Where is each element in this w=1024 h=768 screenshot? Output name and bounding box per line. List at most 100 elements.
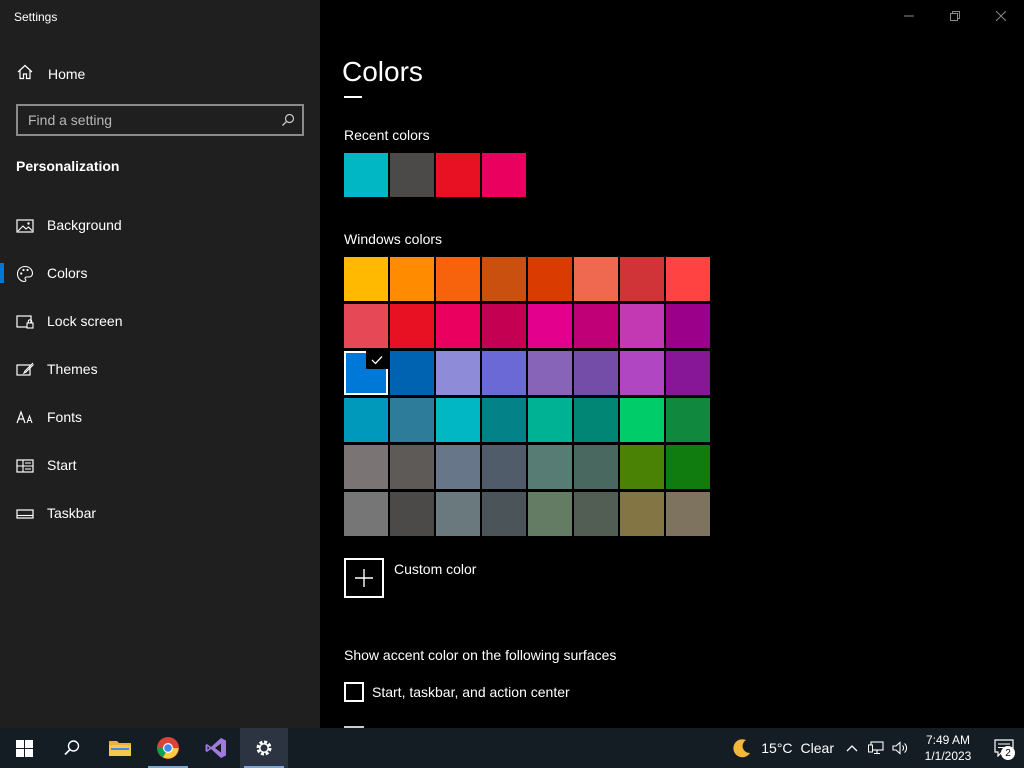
color-swatch[interactable]: [528, 257, 572, 301]
fonts-icon: [16, 409, 34, 427]
color-swatch[interactable]: [574, 492, 618, 536]
color-swatch[interactable]: [390, 445, 434, 489]
color-swatch[interactable]: [390, 257, 434, 301]
color-swatch[interactable]: [528, 445, 572, 489]
plus-icon: [355, 569, 373, 587]
recent-color-swatch[interactable]: [390, 153, 434, 197]
windows-colors-label: Windows colors: [344, 231, 443, 247]
color-swatch[interactable]: [620, 492, 664, 536]
color-swatch[interactable]: [482, 445, 526, 489]
sidebar-item-taskbar[interactable]: Taskbar: [0, 489, 320, 537]
color-swatch[interactable]: [666, 304, 710, 348]
chevron-up-icon[interactable]: [840, 728, 864, 768]
color-swatch[interactable]: [436, 398, 480, 442]
custom-color-button[interactable]: [344, 558, 384, 598]
weather-temp: 15°C: [761, 740, 793, 756]
color-swatch[interactable]: [436, 257, 480, 301]
sidebar-item-label: Colors: [47, 265, 88, 281]
color-swatch[interactable]: [482, 351, 526, 395]
color-swatch[interactable]: [620, 257, 664, 301]
color-swatch[interactable]: [574, 445, 618, 489]
color-swatch[interactable]: [666, 445, 710, 489]
color-swatch[interactable]: [344, 492, 388, 536]
recent-colors-row: [344, 153, 526, 197]
clock[interactable]: 7:49 AM 1/1/2023: [912, 732, 984, 764]
color-swatch[interactable]: [574, 257, 618, 301]
search-icon: [64, 740, 80, 756]
color-swatch[interactable]: [620, 398, 664, 442]
folder-icon: [109, 741, 131, 756]
color-swatch[interactable]: [436, 445, 480, 489]
visual-studio-button[interactable]: [192, 728, 240, 768]
color-swatch[interactable]: [620, 445, 664, 489]
action-center-button[interactable]: 2: [984, 728, 1024, 768]
surfaces-label: Show accent color on the following surfa…: [344, 647, 617, 663]
close-button[interactable]: [978, 0, 1024, 32]
recent-color-swatch[interactable]: [436, 153, 480, 197]
search-box[interactable]: [16, 104, 304, 136]
sidebar-item-fonts[interactable]: Fonts: [0, 393, 320, 441]
file-explorer-button[interactable]: [96, 728, 144, 768]
color-swatch[interactable]: [390, 304, 434, 348]
sidebar-item-background[interactable]: Background: [0, 201, 320, 249]
search-taskbar-button[interactable]: [48, 728, 96, 768]
color-swatch[interactable]: [436, 492, 480, 536]
color-swatch[interactable]: [482, 398, 526, 442]
restore-button[interactable]: [932, 0, 978, 32]
start-taskbar-checkbox-row[interactable]: Start, taskbar, and action center: [344, 682, 570, 702]
color-swatch[interactable]: [344, 257, 388, 301]
color-swatch[interactable]: [436, 304, 480, 348]
color-swatch[interactable]: [528, 351, 572, 395]
weather-widget[interactable]: 15°C Clear: [731, 737, 834, 759]
taskbar-icon: [16, 505, 34, 523]
start-icon: [16, 457, 34, 475]
color-swatch[interactable]: [666, 492, 710, 536]
notification-badge: 2: [1001, 746, 1015, 760]
color-swatch[interactable]: [666, 257, 710, 301]
sidebar-item-start[interactable]: Start: [0, 441, 320, 489]
start-button[interactable]: [0, 728, 48, 768]
color-swatch[interactable]: [528, 492, 572, 536]
weather-condition: Clear: [800, 740, 834, 756]
recent-color-swatch[interactable]: [344, 153, 388, 197]
sidebar-item-themes[interactable]: Themes: [0, 345, 320, 393]
color-swatch[interactable]: [574, 398, 618, 442]
sidebar-item-label: Background: [47, 217, 122, 233]
color-swatch[interactable]: [390, 351, 434, 395]
home-nav-item[interactable]: Home: [16, 62, 85, 86]
color-swatch[interactable]: [390, 492, 434, 536]
color-swatch[interactable]: [436, 351, 480, 395]
settings-taskbar-button[interactable]: [240, 728, 288, 768]
chrome-icon: [157, 737, 179, 759]
network-icon[interactable]: [864, 728, 888, 768]
color-swatch[interactable]: [574, 304, 618, 348]
color-swatch[interactable]: [482, 257, 526, 301]
recent-color-swatch[interactable]: [482, 153, 526, 197]
sidebar-item-lock-screen[interactable]: Lock screen: [0, 297, 320, 345]
color-swatch-selected[interactable]: [344, 351, 388, 395]
home-label: Home: [48, 66, 86, 82]
chrome-button[interactable]: [144, 728, 192, 768]
minimize-button[interactable]: [886, 0, 932, 32]
color-swatch[interactable]: [528, 398, 572, 442]
color-swatch[interactable]: [344, 398, 388, 442]
volume-icon[interactable]: [888, 728, 912, 768]
color-swatch[interactable]: [574, 351, 618, 395]
sidebar-item-label: Start: [47, 457, 77, 473]
color-swatch[interactable]: [390, 398, 434, 442]
color-swatch[interactable]: [482, 304, 526, 348]
color-swatch[interactable]: [344, 304, 388, 348]
color-swatch[interactable]: [666, 398, 710, 442]
search-icon[interactable]: [274, 113, 302, 127]
color-swatch[interactable]: [528, 304, 572, 348]
color-swatch[interactable]: [666, 351, 710, 395]
start-taskbar-checkbox[interactable]: [344, 682, 364, 702]
color-swatch[interactable]: [482, 492, 526, 536]
color-swatch[interactable]: [344, 445, 388, 489]
search-input[interactable]: [18, 112, 274, 128]
color-swatch[interactable]: [620, 304, 664, 348]
sidebar-item-colors[interactable]: Colors: [0, 249, 320, 297]
sidebar-item-label: Lock screen: [47, 313, 123, 329]
color-swatch[interactable]: [620, 351, 664, 395]
custom-color-label[interactable]: Custom color: [394, 561, 476, 577]
